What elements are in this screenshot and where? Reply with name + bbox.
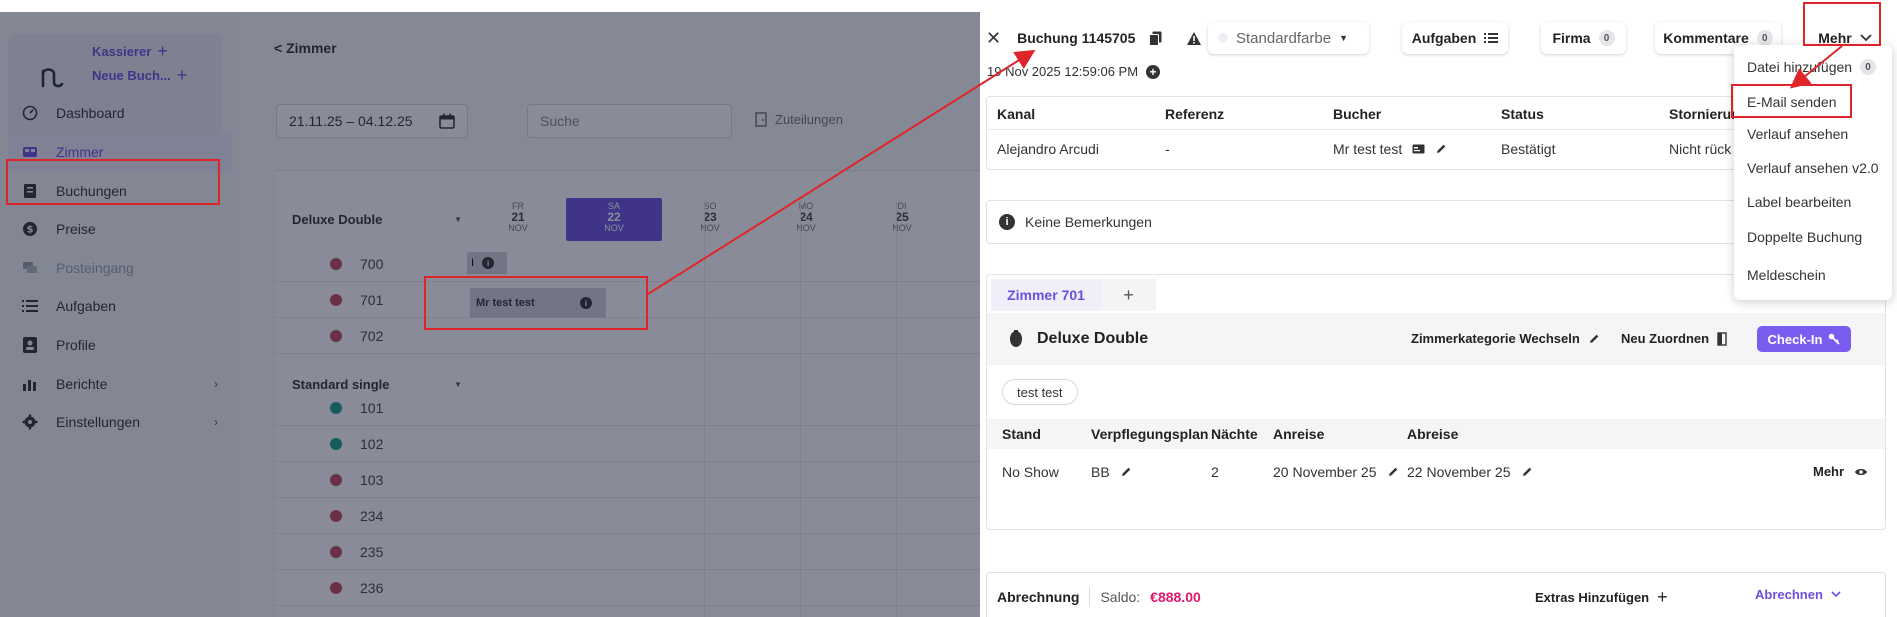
annotation-arrow bbox=[647, 49, 1036, 295]
screenshot-root: Kassierer+ Neue Buch...+ Dashboard Zimme… bbox=[0, 0, 1897, 617]
annotation-arrows bbox=[647, 45, 1843, 295]
annotation-arrow bbox=[1789, 45, 1843, 89]
